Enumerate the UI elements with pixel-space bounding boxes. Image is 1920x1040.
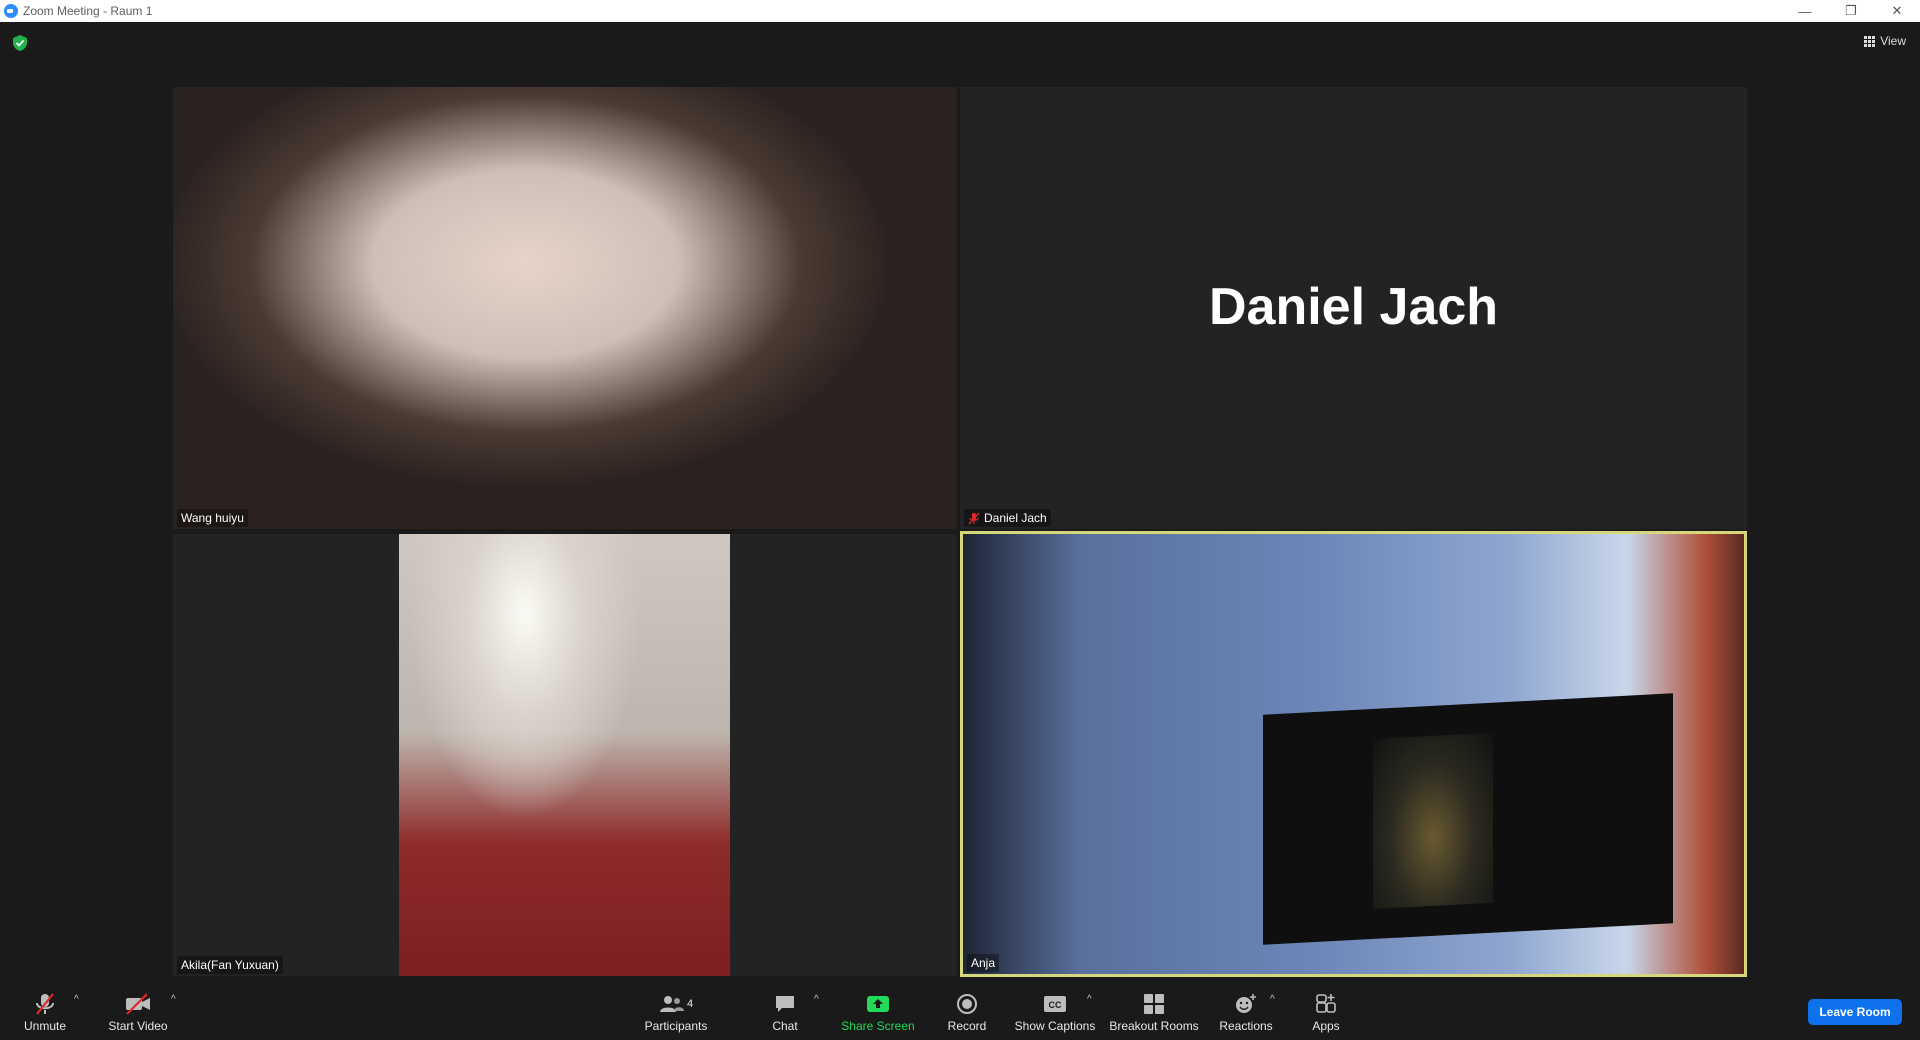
reactions-options-chevron-up-icon[interactable]: ^ [1270,994,1275,1005]
muted-mic-icon [36,993,54,1015]
share-screen-arrow-icon [867,996,889,1012]
smiley-reaction-icon [1236,994,1256,1013]
video-tile-daniel-jach[interactable]: Daniel Jach Daniel Jach [960,87,1747,529]
start-video-label: Start Video [108,1019,168,1033]
unmute-button[interactable]: Unmute [16,982,74,1040]
participant-name-tag: Anja [967,954,1000,972]
close-button[interactable]: ✕ [1874,0,1920,22]
leave-room-button[interactable]: Leave Room [1808,999,1902,1025]
show-captions-label: Show Captions [1014,1019,1096,1033]
view-button[interactable]: View [1864,34,1906,48]
record-label: Record [947,1019,987,1033]
video-tile-anja-active-speaker[interactable]: Anja [960,531,1747,977]
participant-name-tag: Wang huiyu [177,509,248,527]
show-captions-button[interactable]: CC Show Captions [1015,982,1095,1040]
apps-label: Apps [1312,1019,1340,1033]
participant-name: Akila(Fan Yuxuan) [181,958,279,972]
grid-view-icon [1864,35,1876,47]
zoom-app-icon [4,4,18,18]
participant-name: Wang huiyu [181,511,244,525]
participant-display-name: Daniel Jach [1208,278,1499,336]
chat-bubble-icon [776,996,794,1012]
audio-options-chevron-up-icon[interactable]: ^ [74,994,79,1005]
unmute-label: Unmute [23,1019,67,1033]
reactions-button[interactable]: Reactions [1216,982,1276,1040]
video-tile-akila[interactable]: Akila(Fan Yuxuan) [173,534,957,976]
apps-icon [1316,994,1336,1013]
video-options-chevron-up-icon[interactable]: ^ [171,994,176,1005]
share-screen-button[interactable]: Share Screen [838,982,918,1040]
chat-button[interactable]: Chat [765,982,805,1040]
captions-options-chevron-up-icon[interactable]: ^ [1087,994,1092,1005]
chat-label: Chat [772,1019,798,1033]
participant-name-tag: Akila(Fan Yuxuan) [177,956,283,974]
video-tile-wang-huiyu[interactable]: Wang huiyu [173,87,957,529]
apps-button[interactable]: Apps [1307,982,1345,1040]
svg-text:CC: CC [1049,1000,1062,1010]
participants-button[interactable]: 4 Participants [638,982,714,1040]
video-off-icon [126,993,150,1015]
breakout-rooms-label: Breakout Rooms [1109,1019,1199,1033]
participant-name: Anja [971,956,996,970]
restore-button[interactable]: ❐ [1828,0,1874,22]
reactions-label: Reactions [1219,1019,1273,1033]
participants-icon [659,996,684,1012]
window-title: Zoom Meeting - Raum 1 [23,4,153,18]
record-button[interactable]: Record [945,982,989,1040]
participants-label: Participants [644,1019,708,1033]
monitor-in-video [1263,693,1673,945]
share-screen-label: Share Screen [841,1019,915,1033]
start-video-button[interactable]: Start Video [102,982,174,1040]
record-icon [957,994,977,1014]
participants-count: 4 [686,998,694,1010]
closed-captions-icon: CC [1044,996,1066,1012]
view-label: View [1880,34,1906,48]
muted-mic-icon [968,512,980,524]
participant-video [399,534,730,976]
participant-name-tag: Daniel Jach [964,509,1051,527]
minimize-button[interactable]: — [1782,0,1828,22]
participant-video [963,534,1744,974]
window-title-bar: Zoom Meeting - Raum 1 — ❐ ✕ [0,0,1920,22]
security-shield-icon[interactable] [13,35,27,51]
meeting-toolbar: Unmute ^ Start Video ^ 4 Participants Ch… [0,982,1920,1040]
participant-name: Daniel Jach [984,511,1047,525]
breakout-rooms-grid-icon [1144,994,1164,1014]
chat-options-chevron-up-icon[interactable]: ^ [814,994,819,1005]
breakout-rooms-button[interactable]: Breakout Rooms [1109,982,1199,1040]
